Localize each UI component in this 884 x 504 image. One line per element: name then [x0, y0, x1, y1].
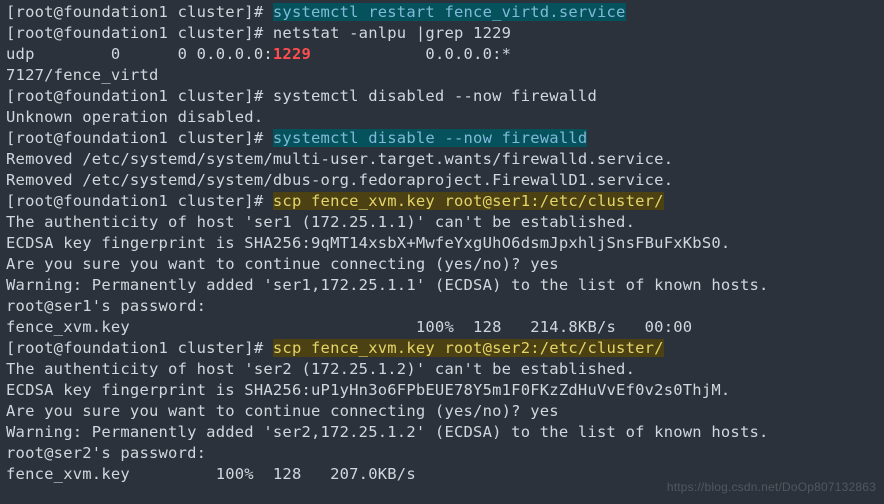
output-text: fence_xvm.key 100% 128 214.8KB/s 00:00 — [6, 318, 692, 336]
terminal-line: [root@foundation1 cluster]# scp fence_xv… — [6, 191, 878, 212]
output-text: The authenticity of host 'ser1 (172.25.1… — [6, 213, 635, 231]
terminal-line: [root@foundation1 cluster]# netstat -anl… — [6, 23, 878, 44]
terminal-line: Removed /etc/systemd/system/multi-user.t… — [6, 149, 878, 170]
output-text: root@ser1's password: — [6, 297, 206, 315]
terminal-line: Are you sure you want to continue connec… — [6, 401, 878, 422]
output-text: Unknown operation disabled. — [6, 108, 263, 126]
output-text: udp 0 0 0.0.0.0: — [6, 45, 273, 63]
terminal-line: Are you sure you want to continue connec… — [6, 254, 878, 275]
terminal-line: The authenticity of host 'ser2 (172.25.1… — [6, 359, 878, 380]
terminal-line: fence_xvm.key 100% 128 214.8KB/s 00:00 — [6, 317, 878, 338]
terminal-line: [root@foundation1 cluster]# systemctl di… — [6, 128, 878, 149]
output-text: ECDSA key fingerprint is SHA256:9qMT14xs… — [6, 234, 730, 252]
terminal-line: Removed /etc/systemd/system/dbus-org.fed… — [6, 170, 878, 191]
output-text: The authenticity of host 'ser2 (172.25.1… — [6, 360, 635, 378]
output-text: systemctl disabled --now firewalld — [273, 87, 597, 105]
shell-prompt: [root@foundation1 cluster]# — [6, 339, 273, 357]
output-text: Warning: Permanently added 'ser1,172.25.… — [6, 276, 769, 294]
shell-prompt: [root@foundation1 cluster]# — [6, 3, 273, 21]
terminal-line: root@ser1's password: — [6, 296, 878, 317]
output-text: ECDSA key fingerprint is SHA256:uP1yHn3o… — [6, 381, 730, 399]
terminal-output[interactable]: [root@foundation1 cluster]# systemctl re… — [0, 0, 884, 487]
terminal-line: udp 0 0 0.0.0.0:1229 0.0.0.0:* — [6, 44, 878, 65]
output-text: Removed /etc/systemd/system/dbus-org.fed… — [6, 171, 673, 189]
command-highlight: scp fence_xvm.key root@ser2:/etc/cluster… — [273, 339, 664, 357]
output-text: Are you sure you want to continue connec… — [6, 255, 559, 273]
command-highlight: systemctl disable --now firewalld — [273, 129, 588, 147]
terminal-line: fence_xvm.key 100% 128 207.0KB/s — [6, 464, 878, 485]
shell-prompt: [root@foundation1 cluster]# — [6, 129, 273, 147]
terminal-line: The authenticity of host 'ser1 (172.25.1… — [6, 212, 878, 233]
output-text: root@ser2's password: — [6, 444, 206, 462]
terminal-line: ECDSA key fingerprint is SHA256:uP1yHn3o… — [6, 380, 878, 401]
terminal-line: ECDSA key fingerprint is SHA256:9qMT14xs… — [6, 233, 878, 254]
terminal-line: [root@foundation1 cluster]# systemctl di… — [6, 86, 878, 107]
command-highlight: scp fence_xvm.key root@ser1:/etc/cluster… — [273, 192, 664, 210]
terminal-line: Unknown operation disabled. — [6, 107, 878, 128]
output-text: 0.0.0.0:* — [311, 45, 511, 63]
command-highlight: systemctl restart fence_virtd.service — [273, 3, 626, 21]
output-text: Are you sure you want to continue connec… — [6, 402, 559, 420]
shell-prompt: [root@foundation1 cluster]# — [6, 24, 273, 42]
shell-prompt: [root@foundation1 cluster]# — [6, 192, 273, 210]
terminal-line: [root@foundation1 cluster]# systemctl re… — [6, 2, 878, 23]
terminal-line: [root@foundation1 cluster]# scp fence_xv… — [6, 338, 878, 359]
terminal-line: Warning: Permanently added 'ser1,172.25.… — [6, 275, 878, 296]
shell-prompt: [root@foundation1 cluster]# — [6, 87, 273, 105]
output-text: fence_xvm.key 100% 128 207.0KB/s — [6, 465, 416, 483]
terminal-line: root@ser2's password: — [6, 443, 878, 464]
terminal-line: Warning: Permanently added 'ser2,172.25.… — [6, 422, 878, 443]
output-text: netstat -anlpu |grep 1229 — [273, 24, 511, 42]
match-highlight: 1229 — [273, 45, 311, 63]
terminal-line: 7127/fence_virtd — [6, 65, 878, 86]
output-text: Warning: Permanently added 'ser2,172.25.… — [6, 423, 769, 441]
output-text: 7127/fence_virtd — [6, 66, 159, 84]
output-text: Removed /etc/systemd/system/multi-user.t… — [6, 150, 673, 168]
